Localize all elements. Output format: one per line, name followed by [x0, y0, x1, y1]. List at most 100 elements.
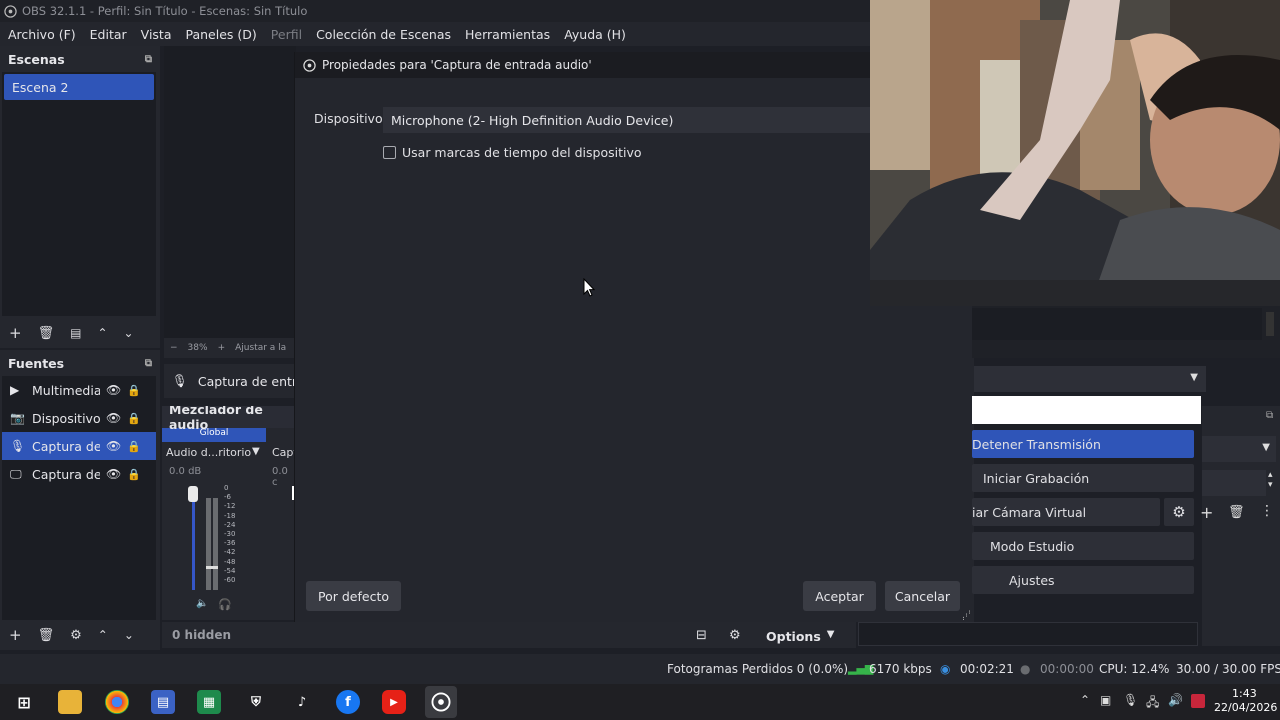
webcam-image [870, 0, 1280, 306]
zoom-out-icon[interactable]: − [170, 343, 178, 353]
add-scene-icon[interactable]: + [9, 324, 22, 342]
menu-ayuda[interactable]: Ayuda (H) [564, 27, 626, 42]
fit-label[interactable]: Ajustar a la [235, 343, 286, 353]
microphone-icon: 🎙 [172, 373, 188, 388]
gear-icon[interactable]: ⚙ [70, 628, 82, 643]
tiktok-icon[interactable]: ♪ [290, 690, 314, 714]
trash-icon[interactable]: 🗑 [38, 628, 55, 643]
speaker-muted-icon[interactable]: 🔈 [196, 598, 208, 609]
source-item[interactable]: 📷 Dispositivo c 👁 🔒 [2, 404, 156, 432]
clock[interactable]: 1:43 [1232, 686, 1257, 701]
menu-editar[interactable]: Editar [90, 27, 127, 42]
resize-grip-icon[interactable]: ⋰ [962, 610, 971, 620]
channel-name: Captu [272, 446, 296, 459]
menu-coleccion-escenas[interactable]: Colección de Escenas [316, 27, 451, 42]
move-down-icon[interactable]: ⌄ [124, 326, 134, 340]
accept-button[interactable]: Aceptar [803, 581, 876, 611]
obs-logo-icon [303, 58, 316, 72]
studio-mode-button[interactable]: Modo Estudio [972, 532, 1194, 560]
security-icon[interactable]: ⛨ [244, 690, 268, 714]
eye-icon[interactable]: 👁 [106, 411, 121, 425]
add-transition-icon[interactable]: + [1200, 503, 1213, 522]
excel-icon[interactable]: ▦ [197, 690, 221, 714]
undock-icon[interactable]: ⧉ [145, 358, 152, 369]
lock-icon[interactable]: 🔒 [127, 384, 141, 397]
source-item-label: Captura de e [32, 438, 100, 454]
scene-item[interactable]: Escena 2 [4, 74, 154, 100]
windows-start-icon[interactable]: ⊞ [12, 690, 36, 714]
headphones-icon[interactable]: 🎧 [218, 598, 232, 611]
tray-chevron-icon[interactable]: ⌃ [1080, 693, 1090, 707]
undock-icon[interactable]: ⧉ [1266, 410, 1273, 421]
transition-select[interactable]: ▼ [974, 366, 1206, 392]
mixer-title: Mezclador de audio [162, 406, 296, 432]
options-button[interactable]: Options ▼ [766, 629, 834, 644]
source-item[interactable]: 🖵 Captura de p 👁 🔒 [2, 460, 156, 488]
tray-app-icon[interactable]: ▣ [1100, 693, 1111, 707]
undock-icon[interactable]: ⧉ [145, 54, 152, 65]
eye-icon[interactable]: 👁 [106, 383, 121, 397]
meter-peak [206, 566, 218, 569]
obs-taskbar-icon[interactable] [425, 686, 457, 718]
zoom-in-icon[interactable]: + [218, 343, 226, 353]
trash-icon[interactable]: 🗑 [1228, 505, 1245, 520]
dropdown-arrow-icon[interactable]: ▼ [252, 446, 260, 457]
start-record-button[interactable]: Iniciar Grabación [972, 464, 1194, 492]
microphone-icon[interactable]: 🎙 [1123, 693, 1138, 707]
source-item-label: Dispositivo c [32, 410, 100, 426]
facebook-icon[interactable]: f [336, 690, 360, 714]
lock-icon[interactable]: 🔒 [127, 412, 141, 425]
duration-select[interactable]: ▼ [1202, 436, 1276, 462]
volume-fader-track[interactable] [192, 488, 195, 590]
gear-icon[interactable]: ⚙ [1164, 498, 1194, 526]
timestamp-label[interactable]: Usar marcas de tiempo del dispositivo [402, 145, 642, 160]
move-down-icon[interactable]: ⌄ [124, 628, 134, 642]
record-time: 00:00:00 [1040, 662, 1094, 676]
eye-icon[interactable]: 👁 [106, 439, 121, 453]
chrome-icon[interactable] [105, 690, 129, 714]
lock-icon[interactable]: 🔒 [127, 468, 141, 481]
eye-icon[interactable]: 👁 [106, 467, 121, 481]
menu-vista[interactable]: Vista [141, 27, 172, 42]
source-item[interactable]: ▶ Multimedia 👁 🔒 [2, 376, 156, 404]
device-label: Dispositivo [314, 111, 383, 126]
add-source-icon[interactable]: + [9, 626, 22, 644]
duration-field[interactable] [1202, 470, 1266, 496]
meter-scale-label: -42 [224, 548, 236, 557]
stop-stream-button[interactable]: Detener Transmisión [972, 430, 1194, 458]
file-explorer-icon[interactable] [58, 690, 82, 714]
meter-scale-label: -36 [224, 539, 236, 548]
meter-scale-label: -6 [224, 493, 231, 502]
virtual-camera-button[interactable]: iar Cámara Virtual [972, 498, 1160, 526]
menu-perfil[interactable]: Perfil [271, 27, 302, 42]
volume-icon[interactable]: 🔊 [1168, 693, 1183, 707]
hidden-count: 0 hidden [162, 622, 296, 648]
trash-icon[interactable]: 🗑 [38, 326, 55, 341]
move-up-icon[interactable]: ⌃ [98, 628, 108, 642]
menu-archivo[interactable]: Archivo (F) [8, 27, 76, 42]
meter-scale-label: -18 [224, 511, 236, 520]
channel-name: Audio d...ritorio [166, 446, 252, 459]
filter-icon[interactable]: ▤ [70, 326, 81, 340]
spin-arrows-icon[interactable]: ▴ ▾ [1268, 470, 1273, 490]
network-icon[interactable]: 🖧 [1146, 693, 1159, 714]
more-options-icon[interactable]: ⋮ [1260, 503, 1274, 519]
preview-canvas[interactable] [164, 46, 296, 338]
move-up-icon[interactable]: ⌃ [97, 326, 107, 340]
menu-paneles[interactable]: Paneles (D) [186, 27, 257, 42]
lock-icon[interactable]: 🔒 [127, 440, 141, 453]
defaults-button[interactable]: Por defecto [306, 581, 401, 611]
selected-source-label: Captura de entrad [197, 373, 296, 389]
word-icon[interactable]: ▤ [151, 690, 175, 714]
cancel-button[interactable]: Cancelar [885, 581, 960, 611]
settings-button[interactable]: Ajustes [972, 566, 1194, 594]
advanced-audio-icon[interactable]: ⚙ [729, 628, 741, 643]
notification-icon[interactable] [1191, 694, 1205, 708]
layout-icon[interactable]: ⊟ [696, 628, 707, 643]
youtube-icon[interactable]: ▶ [382, 690, 406, 714]
volume-fader-handle[interactable] [188, 486, 198, 502]
source-item[interactable]: 🎙 Captura de e 👁 🔒 [2, 432, 156, 460]
menu-herramientas[interactable]: Herramientas [465, 27, 550, 42]
timestamp-checkbox[interactable] [383, 146, 396, 159]
scrollbar[interactable] [1266, 312, 1274, 336]
